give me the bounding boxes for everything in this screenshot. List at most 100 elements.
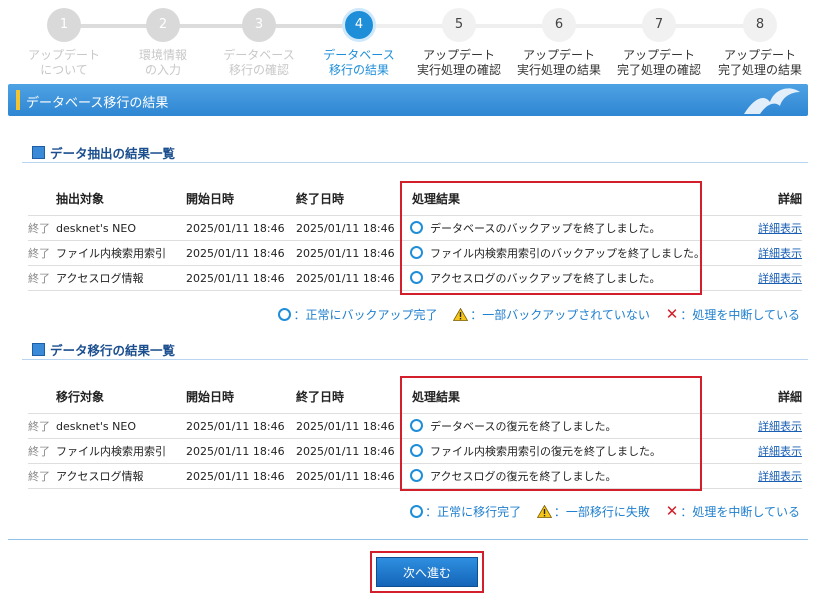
step-1-label-line1: アップデート <box>27 48 100 62</box>
page-title: データベース移行の結果 <box>26 96 169 111</box>
row-start-time: 2025/01/11 18:46 <box>186 413 296 439</box>
extract-legend: ：正常にバックアップ完了 ：一部バックアップされていない ✕ ：処理を中断している <box>278 305 800 323</box>
step-4-label-line1: データベース <box>323 48 395 62</box>
row-detail-cell: 詳細表示 <box>756 463 802 489</box>
step-5-number: 5 <box>442 8 476 42</box>
end-column-header: 終了日時 <box>296 389 345 404</box>
legend-partial-text: ：一部移行に失敗 <box>553 505 650 519</box>
start-column-header: 開始日時 <box>186 191 235 206</box>
legend-ok-text: ：正常にバックアップ完了 <box>293 308 438 322</box>
step-1: 1 アップデート について <box>14 0 114 78</box>
step-5: 5 アップデート 実行処理の確認 <box>409 0 509 78</box>
step-5-label-line1: アップデート <box>422 48 495 62</box>
step-1-label-line2: について <box>40 63 88 77</box>
detail-link[interactable]: 詳細表示 <box>758 445 802 458</box>
detail-link[interactable]: 詳細表示 <box>758 222 802 235</box>
row-status: 終了 <box>28 438 56 464</box>
step-1-number: 1 <box>47 8 81 42</box>
step-2-number: 2 <box>146 8 180 42</box>
row-start-time: 2025/01/11 18:46 <box>186 240 296 266</box>
row-start-time: 2025/01/11 18:46 <box>186 265 296 291</box>
legend-stopped-text: ：処理を中断している <box>680 308 800 322</box>
detail-link[interactable]: 詳細表示 <box>758 420 802 433</box>
bird-decoration-icon <box>744 88 800 114</box>
legend-partial-text: ：一部バックアップされていない <box>470 308 650 322</box>
target-column-header: 移行対象 <box>56 389 105 404</box>
row-start-time: 2025/01/11 18:46 <box>186 463 296 489</box>
step-4: 4 データベース 移行の結果 <box>309 0 409 78</box>
row-target: アクセスログ情報 <box>56 463 186 489</box>
step-7-number: 7 <box>642 8 676 42</box>
footer-divider <box>8 539 808 540</box>
detail-link[interactable]: 詳細表示 <box>758 247 802 260</box>
section-square-icon <box>32 343 45 356</box>
row-end-time: 2025/01/11 18:46 <box>296 240 406 266</box>
detail-column-header: 詳細 <box>777 389 802 404</box>
extract-section-title: データ抽出の結果一覧 <box>32 143 175 162</box>
step-6-label-line1: アップデート <box>522 48 595 62</box>
start-column-header: 開始日時 <box>186 389 235 404</box>
step-6-label-line2: 実行処理の結果 <box>516 63 601 77</box>
result-highlight-box <box>400 181 702 295</box>
row-detail-cell: 詳細表示 <box>756 240 802 266</box>
migrate-section-divider <box>22 359 808 360</box>
result-highlight-box <box>400 376 702 491</box>
extract-section-title-text: データ抽出の結果一覧 <box>50 146 176 161</box>
step-2-label-line1: 環境情報 <box>138 48 187 62</box>
step-3: 3 データベース 移行の確認 <box>209 0 309 78</box>
error-cross-icon: ✕ <box>665 305 679 323</box>
step-8-label-line2: 完了処理の結果 <box>717 63 802 77</box>
step-3-label-line2: 移行の確認 <box>228 63 289 77</box>
detail-link[interactable]: 詳細表示 <box>758 470 802 483</box>
section-square-icon <box>32 146 45 159</box>
step-6: 6 アップデート 実行処理の結果 <box>509 0 609 78</box>
row-status: 終了 <box>28 265 56 291</box>
migrate-section-title: データ移行の結果一覧 <box>32 340 175 359</box>
row-target: アクセスログ情報 <box>56 265 186 291</box>
step-8-label-line1: アップデート <box>723 48 796 62</box>
row-end-time: 2025/01/11 18:46 <box>296 413 406 439</box>
row-start-time: 2025/01/11 18:46 <box>186 438 296 464</box>
step-7: 7 アップデート 完了処理の確認 <box>609 0 709 78</box>
error-cross-icon: ✕ <box>665 502 679 520</box>
header-accent-mark <box>16 90 20 110</box>
step-8-number: 8 <box>743 8 777 42</box>
warning-triangle-icon <box>453 308 469 321</box>
detail-column-header: 詳細 <box>777 191 802 206</box>
page-header-bar: データベース移行の結果 <box>8 84 808 116</box>
row-detail-cell: 詳細表示 <box>756 215 802 241</box>
row-status: 終了 <box>28 240 56 266</box>
step-2: 2 環境情報 の入力 <box>113 0 213 78</box>
target-column-header: 抽出対象 <box>56 191 105 206</box>
row-start-time: 2025/01/11 18:46 <box>186 215 296 241</box>
step-3-label-line1: データベース <box>223 48 295 62</box>
row-end-time: 2025/01/11 18:46 <box>296 463 406 489</box>
row-end-time: 2025/01/11 18:46 <box>296 215 406 241</box>
step-8: 8 アップデート 完了処理の結果 <box>710 0 810 78</box>
step-7-label-line1: アップデート <box>622 48 695 62</box>
detail-link[interactable]: 詳細表示 <box>758 272 802 285</box>
warning-triangle-icon <box>536 505 552 518</box>
row-target: ファイル内検索用索引 <box>56 240 186 266</box>
success-circle-icon <box>278 308 292 321</box>
step-5-label-line2: 実行処理の確認 <box>416 63 501 77</box>
next-button[interactable]: 次へ進む <box>376 557 478 587</box>
legend-ok-text: ：正常に移行完了 <box>425 505 522 519</box>
step-3-number: 3 <box>242 8 276 42</box>
step-2-label-line2: の入力 <box>144 63 181 77</box>
row-detail-cell: 詳細表示 <box>756 265 802 291</box>
row-end-time: 2025/01/11 18:46 <box>296 265 406 291</box>
step-7-label-line2: 完了処理の確認 <box>616 63 701 77</box>
row-status: 終了 <box>28 215 56 241</box>
legend-stopped-text: ：処理を中断している <box>680 505 800 519</box>
step-4-number: 4 <box>342 8 376 42</box>
step-6-number: 6 <box>542 8 576 42</box>
row-end-time: 2025/01/11 18:46 <box>296 438 406 464</box>
row-target: desknet's NEO <box>56 215 186 241</box>
progress-stepper: 1 アップデート について 2 環境情報 の入力 3 データベース 移行の確認 4 デ… <box>0 0 816 82</box>
status-column-header <box>28 379 56 414</box>
row-status: 終了 <box>28 463 56 489</box>
migrate-legend: ：正常に移行完了 ：一部移行に失敗 ✕ ：処理を中断している <box>410 502 800 520</box>
row-target: desknet's NEO <box>56 413 186 439</box>
migrate-section-title-text: データ移行の結果一覧 <box>50 343 176 358</box>
